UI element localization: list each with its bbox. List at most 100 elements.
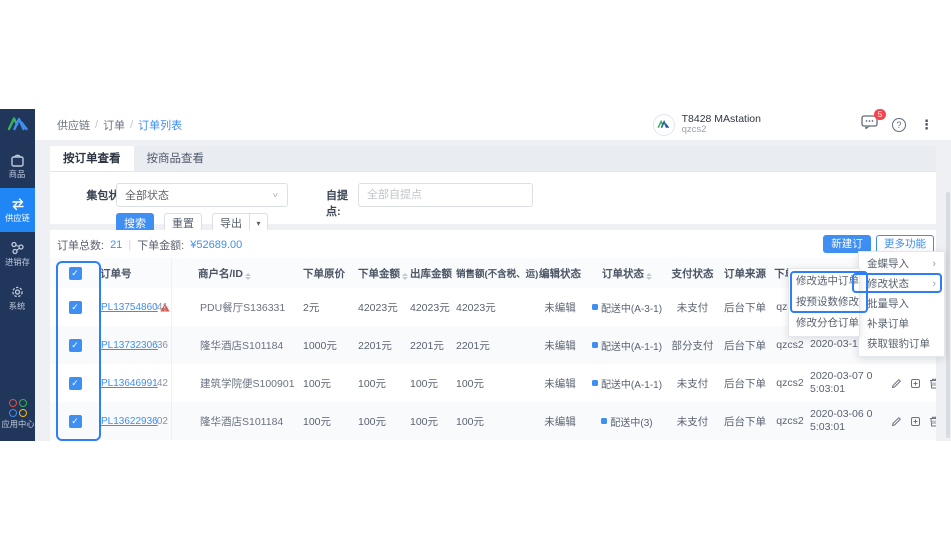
operator-cell: qzcs2 xyxy=(776,377,804,389)
edit-icon[interactable] xyxy=(891,416,902,427)
package-status-select[interactable]: 全部状态 ∨ xyxy=(116,183,288,207)
header-outbound-amount: 出库金额 xyxy=(410,267,452,280)
sidebar-item-app-center[interactable]: 应用中心 xyxy=(0,393,35,435)
row-checkbox[interactable] xyxy=(68,300,82,314)
status-dot-icon xyxy=(591,304,598,310)
submenu-item-modify-selected-orders[interactable]: 修改选中订单 xyxy=(789,271,859,292)
order-number-link[interactable]: PL13622936 xyxy=(101,416,158,427)
menu-item-fetch-pospal-orders[interactable]: 获取银豹订单 xyxy=(859,334,944,354)
pickup-point-input[interactable] xyxy=(358,183,533,207)
sidebar-item-inventory[interactable]: 进销存 xyxy=(0,232,35,276)
outbound-amount-cell: 100元 xyxy=(410,415,439,428)
app-logo-icon xyxy=(7,116,29,136)
sales-amount-cell: 2201元 xyxy=(456,339,490,352)
row-actions xyxy=(886,416,936,427)
orig-price-cell: 2元 xyxy=(303,301,320,314)
order-status-text: 配送中(A-3-1) xyxy=(600,303,663,315)
order-number-link[interactable]: PL13646991 xyxy=(101,378,158,389)
bag-icon xyxy=(10,153,25,167)
edit-status-cell: 未编辑 xyxy=(544,377,576,390)
gear-icon xyxy=(10,285,25,299)
menu-item-batch-import[interactable]: 批量导入 xyxy=(859,294,944,314)
order-amount-cell: 42023元 xyxy=(358,301,398,314)
chevron-right-icon: › xyxy=(932,258,936,270)
pay-status-cell: 未支付 xyxy=(676,301,709,314)
tab-by-product[interactable]: 按商品查看 xyxy=(134,146,218,171)
menu-item-label: 获取银豹订单 xyxy=(867,338,930,350)
breadcrumb: 供应链 / 订单 / 订单列表 xyxy=(57,117,182,133)
edit-icon[interactable] xyxy=(891,378,902,389)
breadcrumb-separator: / xyxy=(95,118,99,131)
header-edit-status: 编辑状态 xyxy=(539,267,581,280)
topbar: 供应链 / 订单 / 订单列表 T8428 MAstation qzcs2 5 … xyxy=(35,109,951,141)
menu-item-modify-status[interactable]: 修改状态 › xyxy=(859,274,944,294)
status-dot-icon xyxy=(591,380,598,386)
source-cell: 后台下单 xyxy=(724,415,766,428)
help-icon[interactable]: ? xyxy=(892,117,906,132)
orig-price-cell: 1000元 xyxy=(303,339,337,352)
more-dots-icon[interactable]: ⋮ xyxy=(920,117,933,133)
merchant-cell: 隆华酒店S101184 xyxy=(200,415,284,428)
user-menu[interactable]: T8428 MAstation qzcs2 xyxy=(652,113,761,136)
user-info: T8428 MAstation qzcs2 xyxy=(682,113,761,135)
order-status-text: 配送中(3) xyxy=(610,417,653,429)
header-order-status-label: 订单状态 xyxy=(602,267,644,280)
vertical-scrollbar[interactable] xyxy=(946,192,950,438)
filter-card: 按订单查看 按商品查看 集包状态: 全部状态 ∨ 自提点: 搜索 重置 导出 ▾ xyxy=(50,146,936,235)
submenu-item-modify-split-orders[interactable]: 修改分仓订单 xyxy=(789,313,859,334)
copy-icon[interactable] xyxy=(910,416,921,427)
sort-icon[interactable] xyxy=(646,272,652,280)
menu-item-kingdee-import[interactable]: 金蝶导入 › xyxy=(859,254,944,274)
order-status-text: 配送中(A-1-1) xyxy=(600,341,663,353)
operator-cell: qzcs2 xyxy=(776,415,804,427)
status-dot-icon xyxy=(591,342,598,348)
breadcrumb-orders[interactable]: 订单 xyxy=(103,117,125,133)
sidebar-item-supply-chain[interactable]: 供应链 xyxy=(0,188,35,232)
time-fragment: :42 xyxy=(154,377,168,389)
sidebar-item-system[interactable]: 系统 xyxy=(0,276,35,320)
header-sales-amount: 销售额(不含税、运) xyxy=(456,269,539,280)
delete-icon[interactable] xyxy=(929,416,936,427)
sort-icon[interactable] xyxy=(244,272,251,280)
sidebar-item-label: 应用中心 xyxy=(0,419,35,429)
delete-icon[interactable] xyxy=(929,378,936,389)
select-all-checkbox[interactable] xyxy=(68,266,82,280)
header-pay-status: 支付状态 xyxy=(671,267,714,280)
source-cell: 后台下单 xyxy=(724,377,766,390)
last-op-time-cell: 2020-03-06 05:03:01 xyxy=(810,407,873,433)
breadcrumb-order-list[interactable]: 订单列表 xyxy=(138,117,182,133)
orig-price-cell: 100元 xyxy=(303,415,332,428)
row-checkbox[interactable] xyxy=(68,376,82,390)
order-status-cell: 配送中(A-1-1) xyxy=(589,338,665,353)
order-amount-cell: 2201元 xyxy=(358,339,392,352)
time-fragment: :02 xyxy=(154,415,168,427)
order-number-link[interactable]: PL13754860 xyxy=(101,302,158,313)
messages-button[interactable]: 5 xyxy=(861,109,886,134)
more-actions-menu: 金蝶导入 › 修改状态 › 批量导入 补录订单 获取银豹订单 xyxy=(858,251,945,357)
header-merchant: 商户名/ID xyxy=(172,266,300,281)
order-status-text: 配送中(A-1-1) xyxy=(600,379,663,391)
sidebar-item-goods[interactable]: 商品 xyxy=(0,144,35,188)
orig-price-cell: 100元 xyxy=(303,377,332,390)
copy-icon[interactable] xyxy=(910,378,921,389)
order-number-link[interactable]: PL13732306 xyxy=(101,340,158,351)
order-status-cell: 配送中(A-3-1) xyxy=(589,300,665,315)
source-cell: 后台下单 xyxy=(724,301,766,314)
operator-cell: qzcs2 xyxy=(776,339,804,351)
breadcrumb-supply-chain[interactable]: 供应链 xyxy=(57,117,90,133)
edit-status-cell: 未编辑 xyxy=(544,415,576,428)
sidebar-item-label: 商品 xyxy=(9,169,26,179)
tab-by-order[interactable]: 按订单查看 xyxy=(50,146,134,171)
outbound-amount-cell: 42023元 xyxy=(410,301,450,314)
summary-row: 订单总数: 21 | 下单金额: ¥52689.00 xyxy=(57,237,242,253)
row-checkbox[interactable] xyxy=(68,338,82,352)
menu-item-label: 金蝶导入 xyxy=(867,258,909,270)
message-count-badge: 5 xyxy=(874,109,886,120)
chevron-right-icon: › xyxy=(932,278,936,290)
sidebar-item-label: 进销存 xyxy=(5,257,30,267)
time-fragment: :41 xyxy=(154,301,168,313)
submenu-item-modify-by-preset[interactable]: 按预设数修改 xyxy=(789,292,859,313)
time-fragment: :36 xyxy=(154,339,168,351)
row-checkbox[interactable] xyxy=(68,414,82,428)
menu-item-supplement-order[interactable]: 补录订单 xyxy=(859,314,944,334)
